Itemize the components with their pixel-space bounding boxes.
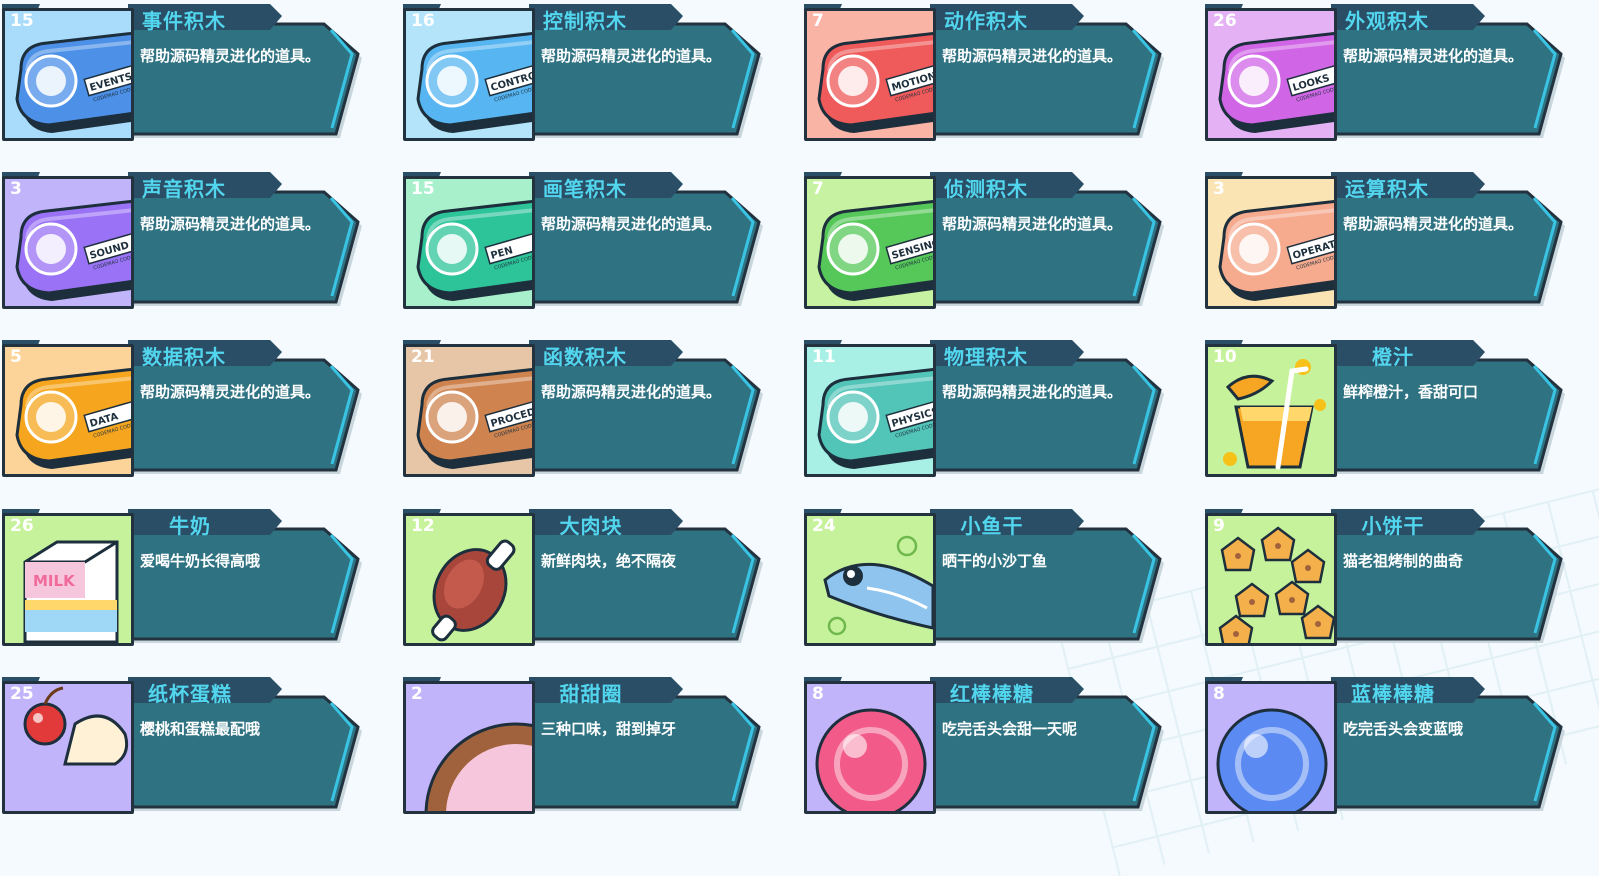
item-name: 橙汁 — [1372, 345, 1414, 369]
item-count: 21 — [411, 347, 435, 367]
item-card[interactable]: 24 小鱼干晒干的小沙丁鱼 — [802, 505, 1174, 646]
item-count: 8 — [812, 684, 824, 704]
item-card[interactable]: 9 小饼干猫老祖烤制的曲奇 — [1203, 505, 1575, 646]
item-name: 声音积木 — [142, 177, 226, 201]
item-card[interactable]: 10 橙汁鲜榨橙汁，香甜可口 — [1203, 336, 1575, 477]
item-description: 吃完舌头会甜一天呢 — [942, 720, 1078, 738]
item-name: 侦测积木 — [944, 177, 1028, 201]
item-count: 26 — [10, 516, 34, 536]
item-name: 函数积木 — [543, 345, 627, 369]
item-count: 10 — [1213, 347, 1237, 367]
item-name: 数据积木 — [142, 345, 226, 369]
item-description: 樱桃和蛋糕最配哦 — [140, 720, 261, 738]
item-card[interactable]: CONTROL CODEMAO CODEMAO 16 控制积木 帮助源码精灵进化的道… — [401, 0, 773, 141]
item-count: 3 — [10, 179, 22, 199]
item-count: 25 — [10, 684, 34, 704]
item-description: 猫老祖烤制的曲奇 — [1343, 552, 1464, 570]
item-description: 帮助源码精灵进化的道具。 — [140, 383, 321, 401]
item-name: 蓝棒棒糖 — [1351, 682, 1435, 706]
item-card[interactable]: EVENTS CODEMAO CODEMAO 15 事件积木 帮助源码精灵进化的道具… — [0, 0, 372, 141]
item-card[interactable]: OPERATOR CODEMAO CODEMAO 3 运算积木 帮助源码精灵进化的道… — [1203, 168, 1575, 309]
item-count: 16 — [411, 11, 435, 31]
item-description: 新鲜肉块，绝不隔夜 — [541, 552, 677, 570]
item-description: 帮助源码精灵进化的道具。 — [942, 47, 1123, 65]
item-count: 7 — [812, 11, 824, 31]
item-description: 鲜榨橙汁，香甜可口 — [1343, 383, 1479, 401]
item-card[interactable]: PHYSICS CODEMAO CODEMAO 11 物理积木 帮助源码精灵进化的道… — [802, 336, 1174, 477]
item-name: 事件积木 — [142, 9, 226, 33]
item-description: 帮助源码精灵进化的道具。 — [1343, 47, 1524, 65]
item-name: 纸杯蛋糕 — [148, 682, 232, 706]
item-count: 26 — [1213, 11, 1237, 31]
item-count: 11 — [812, 347, 836, 367]
item-description: 帮助源码精灵进化的道具。 — [140, 215, 321, 233]
item-name: 运算积木 — [1345, 177, 1429, 201]
item-count: 5 — [10, 347, 22, 367]
item-card[interactable]: SENSING CODEMAO CODEMAO 7 侦测积木 帮助源码精灵进化的道具… — [802, 168, 1174, 309]
item-card[interactable]: 25 纸杯蛋糕樱桃和蛋糕最配哦 — [0, 673, 372, 814]
item-description: 吃完舌头会变蓝哦 — [1343, 720, 1464, 738]
item-count: 9 — [1213, 516, 1225, 536]
item-name: 大肉块 — [559, 514, 623, 538]
item-description: 三种口味，甜到掉牙 — [541, 720, 677, 738]
item-description: 晒干的小沙丁鱼 — [942, 552, 1048, 570]
item-card[interactable]: 8 红棒棒糖吃完舌头会甜一天呢 — [802, 673, 1174, 814]
item-description: 帮助源码精灵进化的道具。 — [541, 383, 722, 401]
item-description: 帮助源码精灵进化的道具。 — [1343, 215, 1524, 233]
item-count: 8 — [1213, 684, 1225, 704]
item-card[interactable]: PEN CODEMAO CODEMAO 15 画笔积木 帮助源码精灵进化的道具。 — [401, 168, 773, 309]
item-count: 15 — [411, 179, 435, 199]
item-card[interactable]: SOUND CODEMAO CODEMAO 3 声音积木 帮助源码精灵进化的道具。 — [0, 168, 372, 309]
item-name: 动作积木 — [944, 9, 1028, 33]
item-grid: EVENTS CODEMAO CODEMAO 15 事件积木 帮助源码精灵进化的道具… — [0, 0, 1599, 814]
item-card[interactable]: MILK 26 牛奶爱喝牛奶长得高哦 — [0, 505, 372, 646]
item-card[interactable]: 2 甜甜圈三种口味，甜到掉牙 — [401, 673, 773, 814]
item-name: 外观积木 — [1345, 9, 1429, 33]
svg-text:MILK: MILK — [33, 572, 76, 590]
item-name: 控制积木 — [543, 9, 627, 33]
item-name: 物理积木 — [944, 345, 1028, 369]
item-count: 24 — [812, 516, 836, 536]
item-description: 爱喝牛奶长得高哦 — [140, 552, 261, 570]
item-name: 甜甜圈 — [559, 682, 623, 706]
item-count: 12 — [411, 516, 435, 536]
item-card[interactable]: 12 大肉块新鲜肉块，绝不隔夜 — [401, 505, 773, 646]
item-count: 7 — [812, 179, 824, 199]
item-count: 2 — [411, 684, 423, 704]
item-name: 牛奶 — [169, 514, 211, 538]
item-card[interactable]: 8 蓝棒棒糖吃完舌头会变蓝哦 — [1203, 673, 1575, 814]
item-description: 帮助源码精灵进化的道具。 — [942, 215, 1123, 233]
item-name: 小鱼干 — [960, 514, 1024, 538]
item-card[interactable]: PROCEDURE CODEMAO CODEMAO 21 函数积木 帮助源码精灵进化… — [401, 336, 773, 477]
item-count: 3 — [1213, 179, 1225, 199]
item-description: 帮助源码精灵进化的道具。 — [541, 47, 722, 65]
item-card[interactable]: DATA CODEMAO CODEMAO 5 数据积木 帮助源码精灵进化的道具。 — [0, 336, 372, 477]
item-name: 画笔积木 — [543, 177, 627, 201]
item-card[interactable]: LOOKS CODEMAO CODEMAO 26 外观积木 帮助源码精灵进化的道具。 — [1203, 0, 1575, 141]
item-description: 帮助源码精灵进化的道具。 — [541, 215, 722, 233]
item-count: 15 — [10, 11, 34, 31]
item-card[interactable]: MOTION CODEMAO CODEMAO 7 动作积木 帮助源码精灵进化的道具。 — [802, 0, 1174, 141]
item-name: 红棒棒糖 — [950, 682, 1034, 706]
item-description: 帮助源码精灵进化的道具。 — [942, 383, 1123, 401]
item-name: 小饼干 — [1361, 514, 1425, 538]
item-description: 帮助源码精灵进化的道具。 — [140, 47, 321, 65]
